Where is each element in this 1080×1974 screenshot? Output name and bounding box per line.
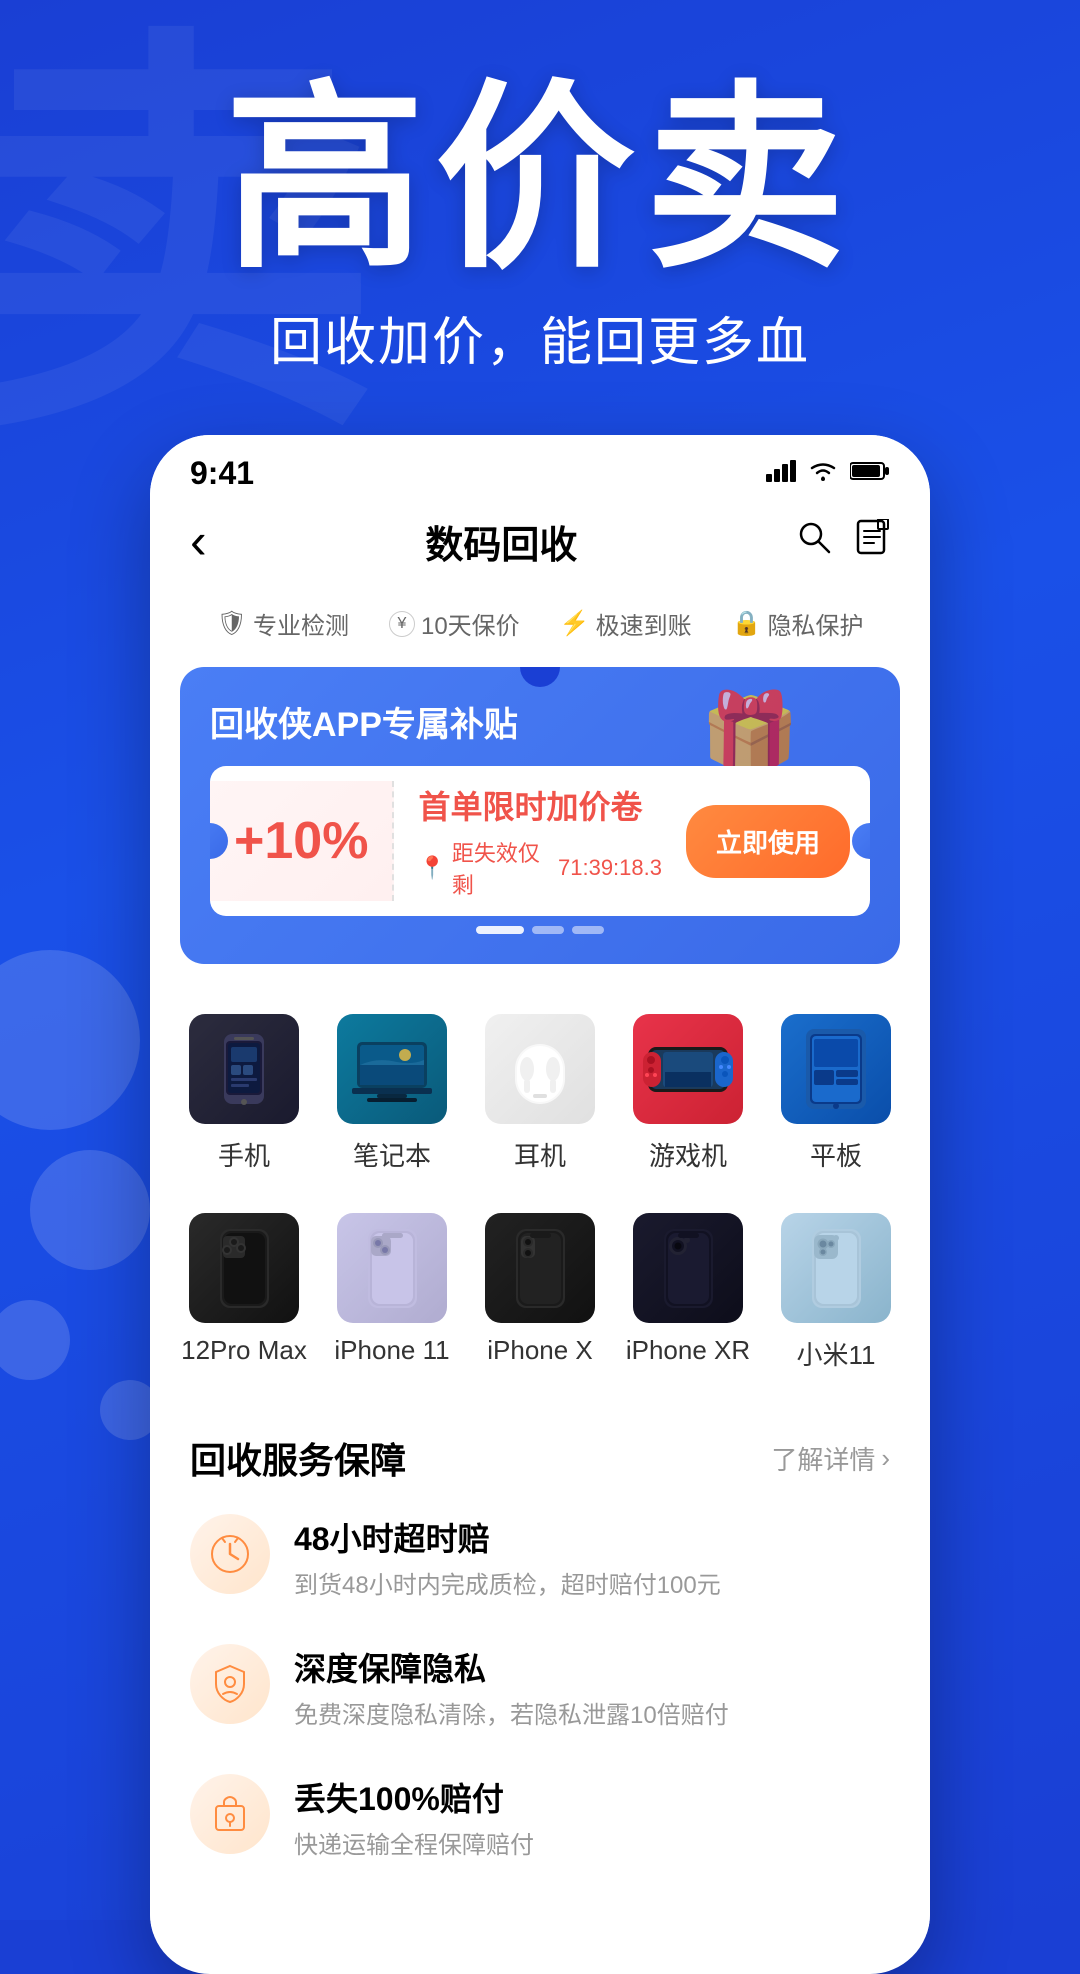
service-item-title-lost: 丢失100%赔付 — [294, 1774, 890, 1820]
lock-shield-icon: 🔒 — [732, 609, 762, 638]
hero-title: 高价卖 — [0, 80, 1080, 280]
model-12promax[interactable]: 12Pro Max — [179, 1213, 309, 1372]
earphone-category-img — [485, 1014, 595, 1124]
chevron-right-icon: › — [881, 1443, 890, 1474]
feature-tag-fast: ⚡ 极速到账 — [560, 606, 692, 641]
lost-icon-wrap — [190, 1774, 270, 1854]
feature-tag-privacy: 🔒 隐私保护 — [732, 606, 864, 641]
service-item-privacy: 深度保障隐私 免费深度隐私清除，若隐私泄露10倍赔付 — [190, 1644, 890, 1734]
feature-tag-inspection: 🛡 专业检测 — [217, 606, 349, 641]
model-iphonex[interactable]: iPhone X — [475, 1213, 605, 1372]
signal-icon — [766, 458, 796, 489]
iphone11-label: iPhone 11 — [334, 1335, 449, 1366]
coupon-banner: 🎁 回收侠APP专属补贴 +10% 首单限时加价卷 📍 距失效仅剩 71:39:… — [180, 667, 900, 964]
pill-3 — [572, 926, 604, 934]
earphone-label: 耳机 — [514, 1136, 566, 1173]
nav-title: 数码回收 — [425, 514, 577, 569]
pill-2 — [532, 926, 564, 934]
doc-icon[interactable] — [856, 519, 890, 564]
service-content-lost: 丢失100%赔付 快递运输全程保障赔付 — [294, 1774, 890, 1864]
model-mi11[interactable]: 小米11 — [771, 1213, 901, 1372]
back-button[interactable]: ‹ — [190, 512, 207, 570]
service-item-desc-48h: 到货48小时内完成质检，超时赔付100元 — [294, 1568, 890, 1604]
service-item-48h: 48小时超时赔 到货48小时内完成质检，超时赔付100元 — [190, 1514, 890, 1604]
phone-mockup: 9:41 — [150, 435, 930, 1974]
search-icon[interactable] — [796, 519, 832, 564]
feature-tags: 🛡 专业检测 ¥ 10天保价 ⚡ 极速到账 🔒 隐私保护 — [150, 590, 930, 657]
laptop-category-img — [337, 1014, 447, 1124]
battery-icon — [850, 460, 890, 487]
service-title: 回收服务保障 — [190, 1432, 406, 1484]
timer-label: 距失效仅剩 — [452, 836, 552, 900]
use-coupon-button[interactable]: 立即使用 — [686, 805, 850, 878]
bubble-2 — [30, 1150, 150, 1270]
tag-label-price: 10天保价 — [421, 606, 520, 641]
mi11-label: 小米11 — [797, 1335, 876, 1372]
12promax-label: 12Pro Max — [181, 1335, 307, 1366]
coupon-hole-right — [852, 823, 870, 859]
coupon-card: +10% 首单限时加价卷 📍 距失效仅剩 71:39:18.3 立即使用 — [210, 766, 870, 916]
hero-subtitle: 回收加价，能回更多血 — [0, 300, 1080, 375]
status-bar: 9:41 — [150, 435, 930, 502]
iphone11-img — [337, 1213, 447, 1323]
service-item-desc-lost: 快递运输全程保障赔付 — [294, 1828, 890, 1864]
12promax-img — [189, 1213, 299, 1323]
coupon-right: 首单限时加价卷 📍 距失效仅剩 71:39:18.3 — [394, 766, 686, 916]
tag-label-inspection: 专业检测 — [253, 606, 349, 641]
game-category-img — [633, 1014, 743, 1124]
service-content-48h: 48小时超时赔 到货48小时内完成质检，超时赔付100元 — [294, 1514, 890, 1604]
iphonex-img — [485, 1213, 595, 1323]
category-phone[interactable]: 手机 — [179, 1014, 309, 1173]
category-tablet[interactable]: 平板 — [771, 1014, 901, 1173]
service-content-privacy: 深度保障隐私 免费深度隐私清除，若隐私泄露10倍赔付 — [294, 1644, 890, 1734]
coupon-left: +10% — [210, 781, 394, 901]
feature-tag-price: ¥ 10天保价 — [389, 606, 520, 641]
flash-icon: ⚡ — [560, 609, 590, 638]
service-item-desc-privacy: 免费深度隐私清除，若隐私泄露10倍赔付 — [294, 1698, 890, 1734]
category-section: 手机 — [150, 994, 930, 1392]
tablet-category-img — [781, 1014, 891, 1124]
timer-value: 71:39:18.3 — [558, 855, 662, 881]
iphonexr-img — [633, 1213, 743, 1323]
tablet-label: 平板 — [810, 1136, 862, 1173]
learn-more-button[interactable]: 了解详情 › — [771, 1440, 890, 1477]
model-iphonexr[interactable]: iPhone XR — [623, 1213, 753, 1372]
coupon-name: 首单限时加价卷 — [418, 782, 662, 828]
service-section: 回收服务保障 了解详情 › 48小时超时赔 到货48小时内完成质检，超时赔付10… — [150, 1402, 930, 1934]
service-header: 回收服务保障 了解详情 › — [190, 1432, 890, 1484]
hero-section: 高价卖 回收加价，能回更多血 — [0, 0, 1080, 375]
game-label: 游戏机 — [649, 1136, 727, 1173]
service-item-title-privacy: 深度保障隐私 — [294, 1644, 890, 1690]
category-row-1: 手机 — [170, 994, 910, 1193]
status-time: 9:41 — [190, 455, 254, 492]
category-laptop[interactable]: 笔记本 — [327, 1014, 457, 1173]
coupon-indicators — [210, 926, 870, 934]
status-icons — [766, 458, 890, 489]
service-item-lost: 丢失100%赔付 快递运输全程保障赔付 — [190, 1774, 890, 1864]
nav-bar: ‹ 数码回收 — [150, 502, 930, 590]
48h-icon-wrap — [190, 1514, 270, 1594]
coupon-notch — [520, 667, 560, 687]
category-earphone[interactable]: 耳机 — [475, 1014, 605, 1173]
phone-label: 手机 — [218, 1136, 270, 1173]
laptop-label: 笔记本 — [353, 1136, 431, 1173]
privacy-icon-wrap — [190, 1644, 270, 1724]
coupon-percent: +10% — [234, 811, 368, 871]
tag-label-fast: 极速到账 — [596, 606, 692, 641]
iphonex-label: iPhone X — [487, 1335, 593, 1366]
nav-actions — [796, 519, 890, 564]
iphonexr-label: iPhone XR — [626, 1335, 750, 1366]
yuan-icon: ¥ — [389, 611, 415, 637]
tag-label-privacy: 隐私保护 — [767, 606, 863, 641]
model-iphone11[interactable]: iPhone 11 — [327, 1213, 457, 1372]
category-game[interactable]: 游戏机 — [623, 1014, 753, 1173]
mi11-img — [781, 1213, 891, 1323]
service-item-title-48h: 48小时超时赔 — [294, 1514, 890, 1560]
category-row-2: 12Pro Max — [170, 1193, 910, 1392]
phone-category-img — [189, 1014, 299, 1124]
pill-1 — [476, 926, 524, 934]
wifi-icon — [808, 460, 838, 487]
coupon-timer: 📍 距失效仅剩 71:39:18.3 — [418, 836, 662, 900]
shield-icon: 🛡 — [217, 609, 247, 638]
